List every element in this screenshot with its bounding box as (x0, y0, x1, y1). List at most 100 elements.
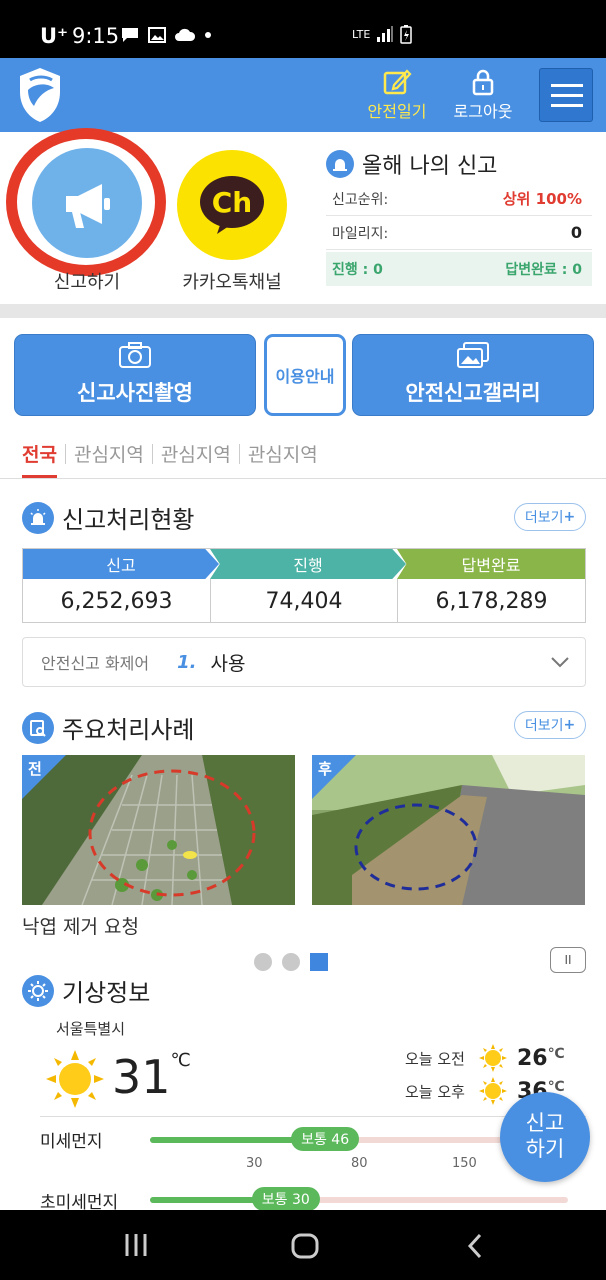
weather-title: 기상정보 (62, 979, 151, 1007)
tab-nationwide[interactable]: 전국 (22, 440, 57, 478)
done-count: 답변완료 : 0 (505, 262, 582, 278)
major-cases-title: 주요처리사례 (62, 716, 195, 744)
rank-value: 상위 100% (502, 190, 582, 208)
sunny-icon (478, 1077, 507, 1105)
battery-icon (400, 25, 413, 44)
ultrafine-dust-badge: 보통 30 (251, 1187, 320, 1211)
status-value-progress: 74,404 (210, 579, 397, 623)
logout-button[interactable]: 로그아웃 (448, 68, 518, 122)
carousel-dot-3[interactable] (310, 953, 328, 971)
tab-interest-region-2[interactable]: 관심지역 (161, 440, 231, 467)
mileage-label: 마일리지: (332, 225, 389, 242)
carousel-dot-1[interactable] (254, 953, 272, 971)
siren-icon (326, 150, 354, 178)
trending-keyword-text: 사용 (210, 652, 246, 675)
recent-apps-icon[interactable] (122, 1232, 150, 1258)
kakao-logo-text: Ch (211, 186, 253, 219)
weather-header: 기상정보 (22, 973, 150, 1008)
camera-icon (119, 342, 151, 368)
chat-icon (122, 28, 138, 42)
status-header-progress: 진행 (210, 549, 406, 579)
rank-label: 신고순위: (332, 191, 389, 208)
case-before-image[interactable]: 전 (22, 755, 295, 905)
region-tabs: 전국 관심지역 관심지역 관심지역 (22, 440, 318, 478)
dust-tick-150: 150 (452, 1156, 477, 1171)
logout-label: 로그아웃 (453, 102, 513, 121)
rank-row: 신고순위: 상위 100% (326, 182, 592, 216)
floating-report-button[interactable]: 신고 하기 (500, 1092, 590, 1182)
safety-gallery-label: 안전신고갤러리 (405, 381, 541, 405)
ultrafine-dust-bar (150, 1197, 568, 1203)
mileage-row: 마일리지: 0 (326, 216, 592, 250)
usage-guide-button[interactable]: 이용안내 (264, 334, 346, 416)
weather-city: 서울특별시 (56, 1020, 126, 1038)
fine-dust-label: 미세먼지 (40, 1132, 103, 1152)
signal-icon (377, 26, 394, 42)
current-temperature: 31℃ (112, 1050, 191, 1104)
tab-interest-region-1[interactable]: 관심지역 (74, 440, 144, 467)
image-icon (148, 27, 166, 43)
plus-icon: + (563, 717, 576, 733)
plus-icon: + (563, 509, 576, 525)
my-reports-panel: 올해 나의 신고 신고순위: 상위 100% 마일리지: 0 진행 : 0 답변… (326, 146, 592, 286)
dust-tick-80: 80 (351, 1156, 368, 1171)
back-icon[interactable] (464, 1232, 486, 1260)
sun-icon (22, 974, 54, 1007)
carousel-pause-button[interactable]: II (550, 947, 586, 973)
forecast-pm-label: 오늘 오후 (405, 1082, 465, 1101)
my-reports-title: 올해 나의 신고 (362, 154, 498, 179)
kakao-label: 카카오톡채널 (182, 272, 282, 293)
safety-gallery-button[interactable]: 안전신고갤러리 (352, 334, 594, 416)
shield-logo-icon[interactable] (16, 66, 64, 124)
document-search-icon (22, 711, 54, 744)
report-status-more-button[interactable]: 더보기 + (514, 503, 586, 531)
gallery-icon (457, 342, 489, 368)
before-tag: 전 (28, 760, 42, 778)
major-cases-more-button[interactable]: 더보기 + (514, 711, 586, 739)
safety-diary-button[interactable]: 안전일기 (362, 68, 432, 122)
case-after-image[interactable]: 후 (312, 755, 585, 905)
case-caption: 낙엽 제거 요청 (22, 916, 139, 938)
dot-icon (205, 32, 211, 38)
fine-dust-badge: 보통 46 (291, 1127, 360, 1151)
quick-panel: 신고하기 Ch 카카오톡채널 올해 나의 신고 신고순위: 상위 100% 마일… (0, 128, 606, 304)
forecast-am-temp: 26℃ (516, 1045, 565, 1071)
photo-report-button[interactable]: 신고사진촬영 (14, 334, 256, 416)
carousel-dots (254, 953, 328, 971)
report-status-header: 신고처리현황 (22, 500, 194, 535)
tab-interest-region-3[interactable]: 관심지역 (248, 440, 318, 467)
report-status-table: 신고 진행 답변완료 6,252,693 74,404 6,178,289 (22, 548, 586, 623)
home-icon[interactable] (290, 1232, 320, 1260)
photo-report-label: 신고사진촬영 (77, 381, 193, 405)
temperature-unit: ℃ (170, 1050, 191, 1071)
forecast-am: 오늘 오전 26℃ (405, 1044, 565, 1072)
major-cases-header: 주요처리사례 (22, 710, 194, 745)
menu-icon (551, 84, 583, 87)
chevron-down-icon[interactable] (550, 655, 570, 669)
lock-icon (472, 69, 494, 96)
dust-tick-30: 30 (246, 1156, 263, 1171)
trending-keyword-rank: 1. (177, 651, 197, 673)
pencil-note-icon (383, 69, 412, 95)
cloud-icon (175, 28, 196, 41)
status-value-completed: 6,178,289 (397, 579, 585, 623)
carrier-label: U⁺ (40, 24, 69, 48)
kakao-channel-button[interactable]: Ch (177, 150, 287, 260)
status-header-completed: 답변완료 (397, 549, 585, 579)
highlight-ring (6, 128, 166, 276)
sunny-icon (46, 1050, 104, 1108)
report-status-title: 신고처리현황 (62, 506, 195, 534)
trending-keyword-box[interactable]: 안전신고 화제어 1. 사용 (22, 637, 586, 687)
safety-diary-label: 안전일기 (367, 102, 427, 121)
progress-row: 진행 : 0 답변완료 : 0 (326, 252, 592, 286)
carousel-dot-2[interactable] (282, 953, 300, 971)
mileage-value: 0 (570, 223, 582, 242)
section-divider (0, 304, 606, 318)
clock: 9:15 (72, 24, 120, 48)
lte-label: LTE (352, 27, 371, 41)
progress-count: 진행 : 0 (332, 262, 383, 278)
menu-button[interactable] (539, 68, 593, 122)
status-header-reports: 신고 (23, 549, 219, 579)
status-value-reports: 6,252,693 (60, 588, 173, 614)
system-nav-bar (0, 1210, 606, 1280)
